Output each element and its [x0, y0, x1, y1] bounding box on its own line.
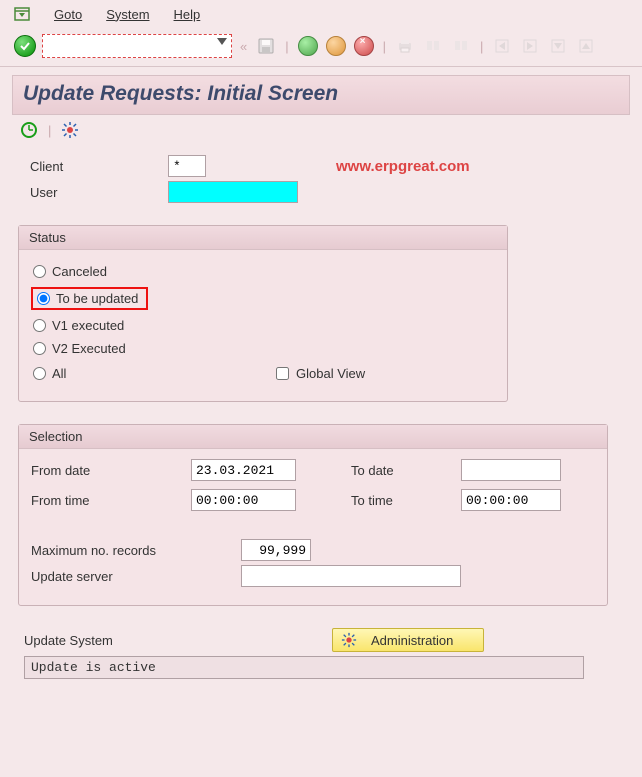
- radio-canceled[interactable]: [33, 265, 46, 278]
- page-title: Update Requests: Initial Screen: [23, 82, 619, 106]
- app-toolbar: |: [12, 115, 630, 145]
- toolbar-separator: |: [478, 39, 485, 54]
- chevron-down-icon[interactable]: [217, 38, 227, 45]
- update-system-label: Update System: [24, 633, 314, 648]
- global-view-checkbox[interactable]: [276, 367, 289, 380]
- command-field[interactable]: [42, 34, 232, 58]
- radio-v1[interactable]: [33, 319, 46, 332]
- prev-page-icon[interactable]: [519, 35, 541, 57]
- back-icon[interactable]: [297, 35, 319, 57]
- toolbar-separator: |: [48, 123, 51, 138]
- global-view-label: Global View: [296, 366, 365, 381]
- radio-to-be-updated-label: To be updated: [56, 291, 138, 306]
- status-group: Status Canceled To be updated V1 execute…: [18, 225, 508, 402]
- print-icon[interactable]: [394, 35, 416, 57]
- administration-button-label: Administration: [371, 633, 453, 648]
- to-date-input[interactable]: [461, 459, 561, 481]
- radio-to-be-updated[interactable]: [37, 292, 50, 305]
- execute-icon[interactable]: [20, 121, 38, 139]
- watermark-text: www.erpgreat.com: [336, 158, 470, 175]
- radio-v1-label: V1 executed: [52, 318, 124, 333]
- from-time-input[interactable]: [191, 489, 296, 511]
- next-page-icon[interactable]: [547, 35, 569, 57]
- exit-icon[interactable]: [325, 35, 347, 57]
- from-date-input[interactable]: [191, 459, 296, 481]
- update-server-label: Update server: [31, 569, 241, 584]
- gear-icon: [341, 632, 357, 648]
- menu-bar: Goto System Help: [0, 0, 642, 30]
- find-next-icon[interactable]: [450, 35, 472, 57]
- find-icon[interactable]: [422, 35, 444, 57]
- menu-help[interactable]: Help: [174, 7, 201, 22]
- user-input[interactable]: [168, 181, 298, 203]
- toolbar-separator: «: [238, 39, 249, 54]
- standard-toolbar: « | × | |: [0, 30, 642, 67]
- update-system-status: Update is active: [24, 656, 584, 679]
- update-server-input[interactable]: [241, 565, 461, 587]
- to-time-label: To time: [351, 493, 461, 508]
- last-page-icon[interactable]: [575, 35, 597, 57]
- enter-icon[interactable]: [14, 35, 36, 57]
- to-date-label: To date: [351, 463, 461, 478]
- menu-goto[interactable]: Goto: [54, 7, 82, 22]
- save-icon[interactable]: [255, 35, 277, 57]
- menu-system[interactable]: System: [106, 7, 149, 22]
- radio-all[interactable]: [33, 367, 46, 380]
- max-records-input[interactable]: [241, 539, 311, 561]
- radio-all-label: All: [52, 366, 272, 381]
- radio-v2-label: V2 Executed: [52, 341, 126, 356]
- selection-group: Selection From date To date From time To…: [18, 424, 608, 606]
- radio-canceled-label: Canceled: [52, 264, 107, 279]
- client-label: Client: [18, 159, 168, 174]
- title-bar: Update Requests: Initial Screen: [12, 75, 630, 115]
- status-group-title: Status: [19, 226, 507, 250]
- administration-button[interactable]: Administration: [332, 628, 484, 652]
- from-date-label: From date: [31, 463, 191, 478]
- window-menu-icon[interactable]: [14, 6, 30, 22]
- highlight-selected: To be updated: [31, 287, 148, 310]
- first-page-icon[interactable]: [491, 35, 513, 57]
- toolbar-separator: |: [283, 39, 290, 54]
- cancel-icon[interactable]: ×: [353, 35, 375, 57]
- from-time-label: From time: [31, 493, 191, 508]
- selection-group-title: Selection: [19, 425, 607, 449]
- client-input[interactable]: [168, 155, 206, 177]
- max-records-label: Maximum no. records: [31, 543, 241, 558]
- settings-icon[interactable]: [61, 121, 79, 139]
- user-label: User: [18, 185, 168, 200]
- to-time-input[interactable]: [461, 489, 561, 511]
- toolbar-separator: |: [381, 39, 388, 54]
- main-content: Client www.erpgreat.com User Status Canc…: [12, 145, 630, 699]
- radio-v2[interactable]: [33, 342, 46, 355]
